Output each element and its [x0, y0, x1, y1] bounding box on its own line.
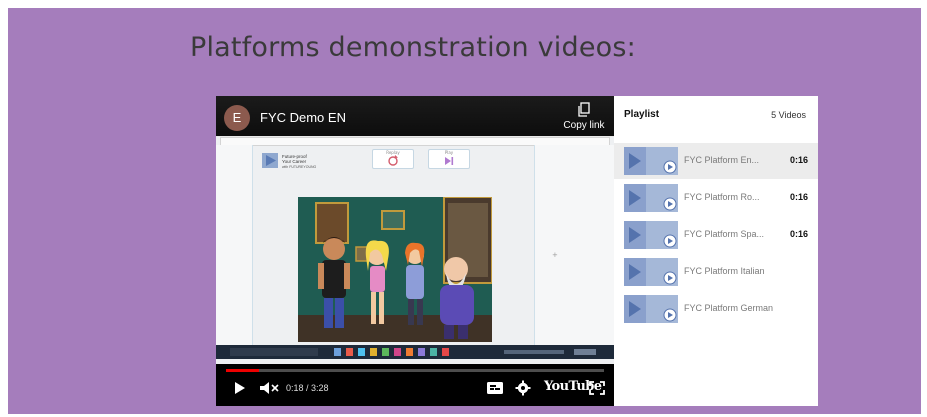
settings-icon[interactable] — [514, 378, 532, 398]
slide-title: Platforms demonstration videos: — [190, 32, 636, 63]
page-margin-right — [534, 145, 614, 345]
video-thumbnail-icon — [624, 221, 677, 249]
video-thumbnail-icon — [624, 184, 677, 212]
video-thumbnail-icon — [624, 258, 677, 286]
playlist-count: 5 Videos — [771, 110, 806, 120]
playlist-item-2[interactable]: FYC Platform Ro... 0:16 — [614, 180, 818, 216]
taskbar-search — [230, 348, 318, 356]
playlist-item-title: FYC Platform German — [684, 303, 774, 313]
cartoon-scene-image — [298, 197, 492, 342]
channel-avatar[interactable]: E — [224, 105, 250, 131]
progress-played — [226, 369, 259, 372]
video-thumbnail-icon — [624, 295, 677, 323]
copy-icon — [578, 102, 590, 117]
playlist-item-title: FYC Platform Italian — [684, 266, 765, 276]
playlist-item-duration: 0:16 — [789, 155, 808, 165]
captions-icon[interactable] — [486, 378, 504, 398]
taskbar-icons — [334, 348, 596, 356]
playlist-thumbnail — [624, 295, 678, 323]
playlist-thumbnail — [624, 184, 678, 212]
time-display: 0:18 / 3:28 — [286, 383, 329, 393]
copy-link-button[interactable]: Copy link — [560, 102, 608, 131]
site-replay-label: Replay — [386, 150, 400, 155]
video-thumbnail-icon — [624, 147, 677, 175]
site-logo-line-3: with FUTUREYOUNG — [282, 165, 317, 169]
playlist-panel: Playlist 5 Videos FYC Platform En... 0:1… — [614, 96, 818, 406]
site-play-label: Play — [444, 150, 454, 155]
site-replay-button[interactable]: Replay — [372, 149, 414, 169]
playlist-item-duration: 0:16 — [789, 229, 808, 239]
os-taskbar — [216, 345, 614, 359]
site-play-button[interactable]: Play — [428, 149, 470, 169]
player-top-bar: E FYC Demo EN Copy link — [216, 96, 614, 136]
playlist-thumbnail — [624, 147, 678, 175]
playlist-title: Playlist — [624, 109, 660, 120]
playlist-item-duration: 0:16 — [789, 192, 808, 202]
page-margin-left — [216, 145, 253, 345]
site-logo: Future-proof Your Career with FUTUREYOUN… — [262, 153, 317, 169]
fullscreen-icon[interactable] — [588, 378, 606, 398]
playlist-item-title: FYC Platform Spa... — [684, 229, 765, 239]
video-title[interactable]: FYC Demo EN — [260, 110, 346, 125]
playlist-item-3[interactable]: FYC Platform Spa... 0:16 — [614, 217, 818, 253]
playlist-item-4[interactable]: FYC Platform Italian — [614, 254, 818, 290]
slide: Platforms demonstration videos: Future-p… — [8, 8, 921, 414]
progress-bar[interactable] — [226, 369, 604, 372]
site-logo-line-2: Your Career — [282, 159, 307, 164]
playlist-item-1[interactable]: FYC Platform En... 0:16 — [614, 143, 818, 179]
playlist-item-5[interactable]: FYC Platform German — [614, 291, 818, 327]
youtube-embed: Future-proof Your Career with FUTUREYOUN… — [216, 96, 818, 406]
play-icon[interactable] — [232, 378, 248, 398]
playlist-thumbnail — [624, 221, 678, 249]
copy-link-label: Copy link — [563, 120, 605, 131]
playlist-item-title: FYC Platform Ro... — [684, 192, 760, 202]
mouse-cursor: + — [552, 251, 558, 259]
mute-icon[interactable] — [258, 378, 280, 398]
playlist-header: Playlist 5 Videos — [614, 96, 818, 136]
playlist-thumbnail — [624, 258, 678, 286]
video-player[interactable]: Future-proof Your Career with FUTUREYOUN… — [216, 96, 614, 406]
video-frame[interactable]: Future-proof Your Career with FUTUREYOUN… — [216, 131, 614, 364]
playlist-item-title: FYC Platform En... — [684, 155, 760, 165]
